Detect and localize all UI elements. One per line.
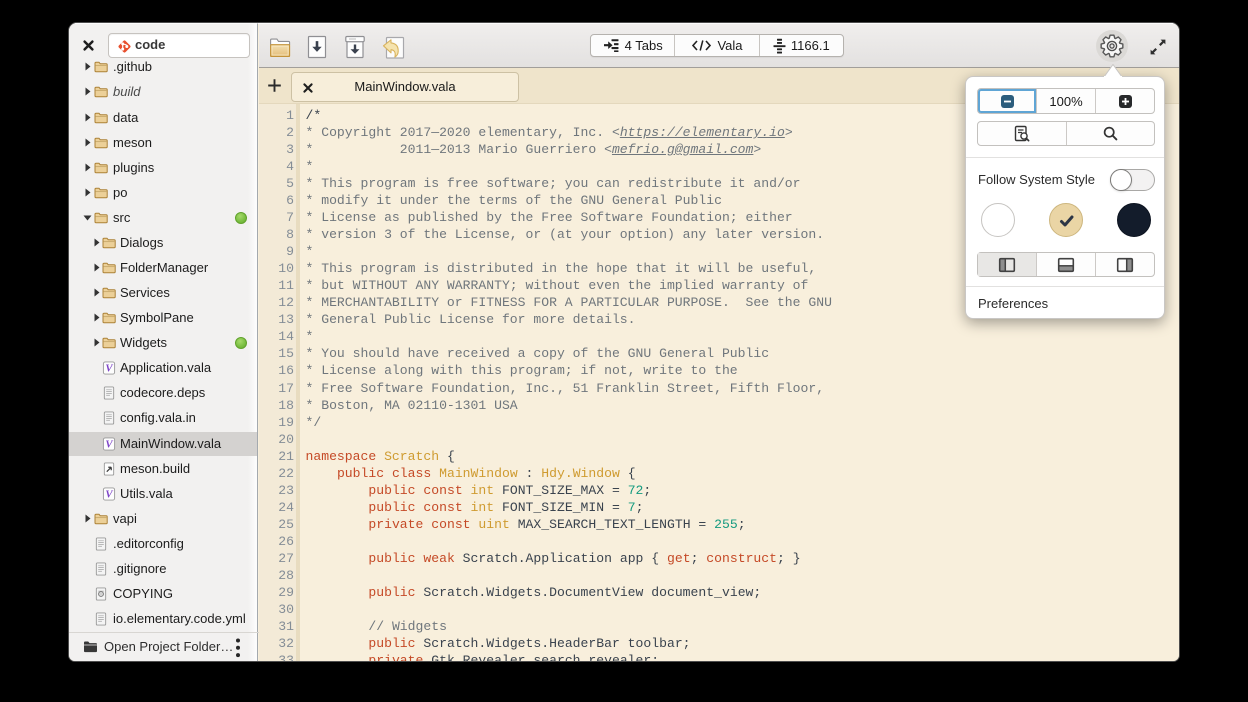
svg-text:V: V (105, 363, 113, 375)
svg-text:V: V (105, 488, 113, 500)
svg-text:V: V (105, 438, 113, 450)
